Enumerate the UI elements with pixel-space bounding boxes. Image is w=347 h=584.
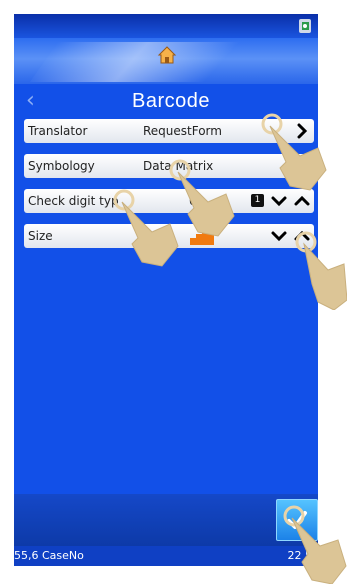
footer-left-text: 55,6 CaseNo [14,549,84,562]
check-digit-label: Check digit typ [28,194,119,208]
hand-pointer-icon [261,113,327,191]
hand-pointer-icon [283,505,347,584]
check-digit-badge: 1 [251,194,264,207]
chevron-up-icon[interactable] [292,191,312,211]
footer-status: 55,6 CaseNo 22 5 [14,546,318,566]
translator-value: RequestForm [143,124,222,138]
hand-pointer-icon [295,231,347,310]
bottom-bar [14,494,318,546]
device-screen: ‹ Barcode Translator RequestForm Symbolo… [14,14,318,566]
home-icon[interactable] [157,45,177,65]
app-status-icon [299,19,311,33]
size-label: Size [28,229,53,243]
hand-pointer-icon [113,189,179,267]
chevron-down-icon[interactable] [269,226,289,246]
status-bar [14,14,318,38]
chevron-down-icon[interactable] [269,191,289,211]
page-title: Barcode [132,90,210,112]
translator-label: Translator [28,124,88,138]
symbology-label: Symbology [28,159,95,173]
